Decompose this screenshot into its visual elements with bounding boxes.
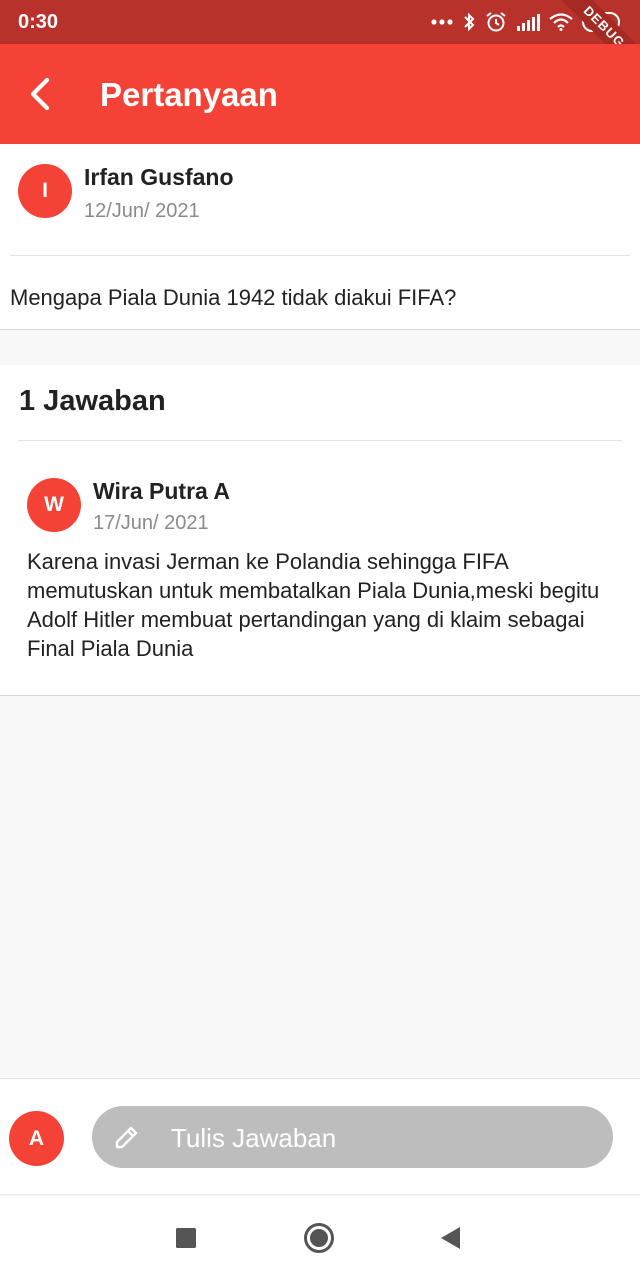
answer-input[interactable]: Tulis Jawaban [92,1106,613,1168]
app-bar: Pertanyaan [0,44,640,144]
back-nav-button[interactable] [428,1216,472,1260]
bluetooth-icon [462,12,476,32]
question-text: Mengapa Piala Dunia 1942 tidak diakui FI… [10,285,457,310]
answer-author-avatar[interactable]: W [27,478,81,532]
chevron-left-icon [30,77,50,111]
home-icon [304,1223,334,1253]
question-date: 12/Jun/ 2021 [84,200,200,222]
alarm-icon [485,11,507,33]
compose-bar: A Tulis Jawaban [0,1078,640,1195]
recent-apps-icon [176,1228,196,1248]
answer-date: 17/Jun/ 2021 [93,512,209,534]
wifi-icon [549,13,573,31]
status-bar: 0:30 84 [0,0,640,44]
answer-author-name: Wira Putra A [93,478,230,504]
home-button[interactable] [297,1216,341,1260]
signal-icon [516,13,540,31]
answer-input-placeholder: Tulis Jawaban [171,1123,337,1153]
back-button[interactable] [16,70,64,118]
divider [10,255,630,256]
question-card: I Irfan Gusfano 12/Jun/ 2021 Mengapa Pia… [0,144,640,330]
divider [18,440,622,441]
back-triangle-icon [441,1227,460,1249]
answers-card: 1 Jawaban W Wira Putra A 17/Jun/ 2021 Ka… [0,365,640,696]
answer-text: Karena invasi Jerman ke Polandia sehingg… [27,549,600,661]
answers-count-heading: 1 Jawaban [19,385,166,417]
status-time: 0:30 [18,11,59,33]
system-nav-bar [0,1196,640,1280]
more-dots-icon [431,19,453,25]
question-author-name: Irfan Gusfano [84,164,234,190]
current-user-avatar[interactable]: A [9,1111,64,1166]
page-title: Pertanyaan [100,76,278,113]
recent-apps-button[interactable] [164,1216,208,1260]
question-author-avatar[interactable]: I [18,164,72,218]
pencil-icon [115,1126,138,1149]
